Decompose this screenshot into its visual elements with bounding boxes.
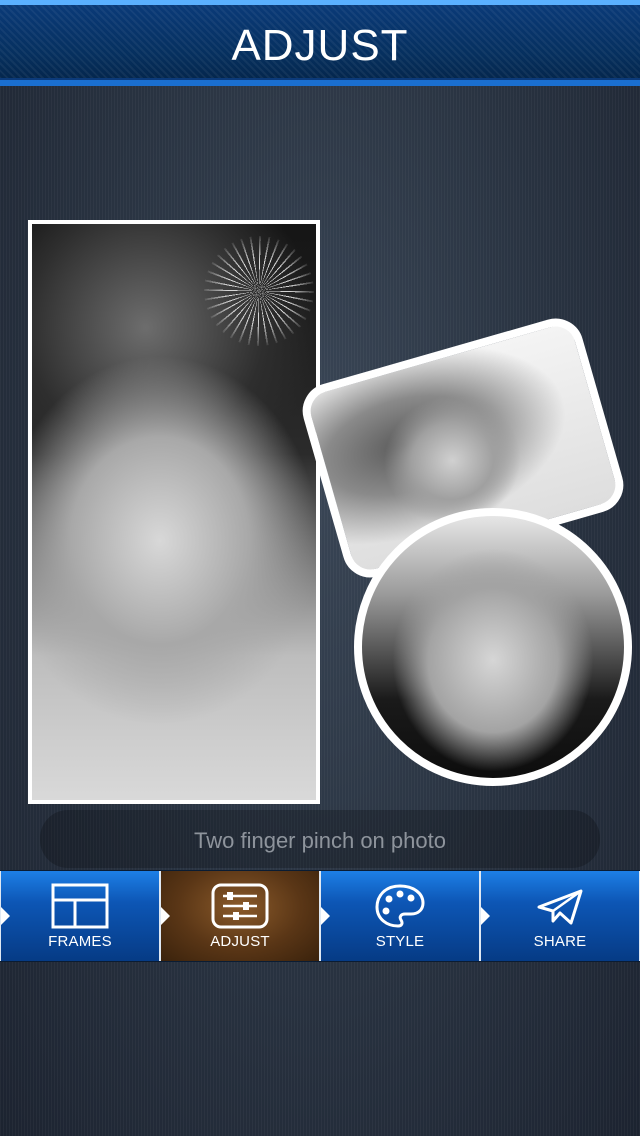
arrow-right-icon <box>1 907 10 925</box>
share-button[interactable]: SHARE <box>480 871 640 961</box>
pinch-hint: Two finger pinch on photo <box>40 810 600 868</box>
arrow-right-icon <box>481 907 490 925</box>
share-label: SHARE <box>533 933 587 950</box>
palette-icon <box>375 884 425 928</box>
frames-icon <box>51 883 109 929</box>
page-title: ADJUST <box>231 21 409 70</box>
style-label: STYLE <box>375 933 425 950</box>
photo-fireworks-detail <box>204 236 314 346</box>
bottom-toolbar: FRAMES ADJUST STYLE SHARE <box>0 870 640 962</box>
adjust-label: ADJUST <box>210 933 270 950</box>
photo-slot-portrait[interactable] <box>28 220 320 804</box>
adjust-button[interactable]: ADJUST <box>160 871 320 961</box>
share-plane-icon <box>537 889 583 925</box>
frames-label: FRAMES <box>48 933 112 950</box>
frames-button[interactable]: FRAMES <box>0 871 160 961</box>
arrow-right-icon <box>321 907 330 925</box>
arrow-right-icon <box>161 907 170 925</box>
photo-slot-circle[interactable] <box>354 508 632 786</box>
top-bar: ADJUST <box>0 0 640 86</box>
sliders-icon <box>211 883 269 929</box>
style-button[interactable]: STYLE <box>320 871 480 961</box>
